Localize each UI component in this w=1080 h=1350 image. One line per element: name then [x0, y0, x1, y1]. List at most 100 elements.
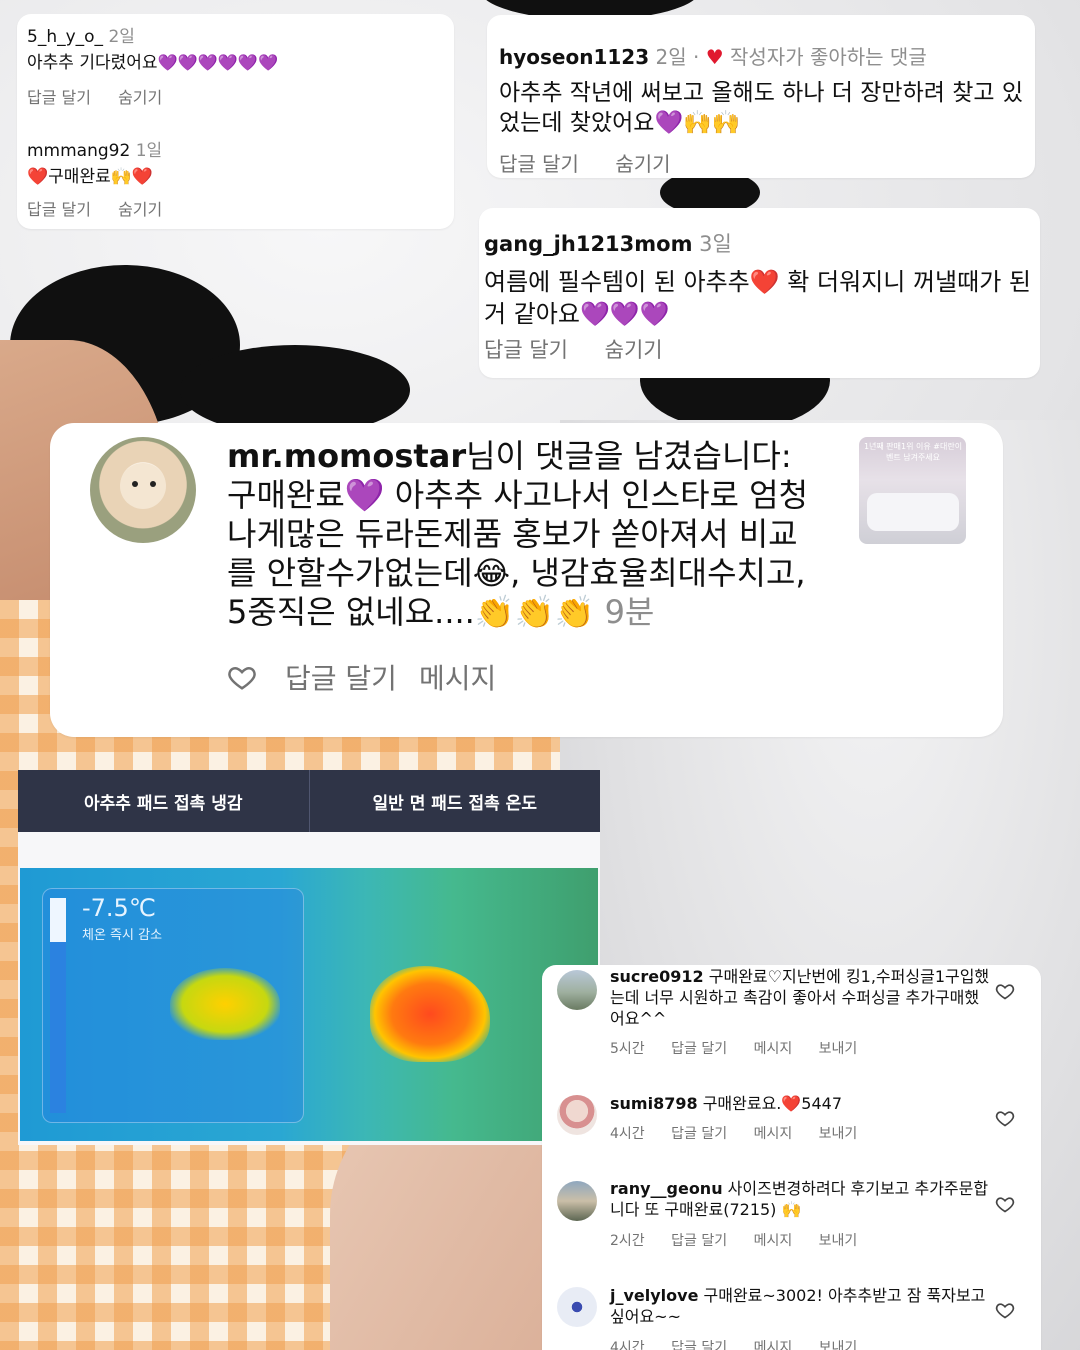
- comment-time: 4시간: [610, 1340, 645, 1350]
- comment-emojis: 💜🙌🙌: [654, 110, 741, 136]
- send-button[interactable]: 보내기: [819, 1041, 858, 1057]
- dog-face: [120, 463, 166, 509]
- send-button[interactable]: 보내기: [819, 1233, 858, 1249]
- purple-heart-emoji: 💜: [344, 476, 385, 514]
- username[interactable]: 5_h_y_o_: [27, 27, 103, 47]
- comment-2: mmmang92 1일 ❤️구매완료🙌❤️ 답글 달기 숨기기: [27, 138, 444, 220]
- reply-button[interactable]: 답글 달기: [671, 1340, 727, 1350]
- comment-body: ❤️구매완료🙌❤️: [27, 164, 444, 190]
- hide-button[interactable]: 숨기기: [605, 338, 663, 362]
- message-button[interactable]: 메시지: [419, 657, 496, 697]
- tears-of-joy-emoji: 😂: [472, 554, 511, 592]
- comment-text: 아추추 작년에 써보고 올해도 하나 더 장만하려 찾고 있었는데 찾았어요: [499, 80, 1024, 136]
- temperature-caption: 체온 즉시 감소: [82, 928, 163, 943]
- username[interactable]: rany__geonu: [610, 1179, 723, 1198]
- left-label: 아추추 패드 접촉 냉감: [83, 793, 243, 814]
- comment-time: 2일: [655, 45, 687, 69]
- notification-card[interactable]: mr.momostar님이 댓글을 남겼습니다: 구매완료💜 아추추 사고나서 …: [50, 423, 1003, 737]
- purple-heart-emojis: 💜💜💜💜💜💜: [157, 53, 279, 72]
- comment-body: 아추추 작년에 써보고 올해도 하나 더 장만하려 찾고 있었는데 찾았어요💜🙌…: [499, 78, 1023, 138]
- message-button[interactable]: 메시지: [754, 1233, 793, 1249]
- avatar[interactable]: [557, 1095, 597, 1135]
- comment-card-1: 5_h_y_o_ 2일 아추추 기다렸어요💜💜💜💜💜💜 답글 달기 숨기기 mm…: [17, 14, 454, 229]
- message-button[interactable]: 메시지: [754, 1126, 793, 1142]
- author-liked-label: 작성자가 좋아하는 댓글: [730, 45, 927, 69]
- comment-list: sucre0912 구매완료♡지난번에 킹1,수퍼싱글1구입했는데 너무 시원하…: [542, 965, 1041, 1350]
- reply-button[interactable]: 답글 달기: [484, 338, 568, 362]
- red-heart-emoji: ❤️: [27, 167, 49, 187]
- username[interactable]: mmmang92: [27, 141, 130, 161]
- comment-header: hyoseon1123 2일 · ♥ 작성자가 좋아하는 댓글: [499, 41, 1023, 70]
- avatar[interactable]: [557, 970, 597, 1010]
- heart-outline-icon[interactable]: [995, 1108, 1015, 1128]
- username[interactable]: sucre0912: [610, 967, 704, 986]
- thumbnail-caption: 1년째 판매1위 이유 #대란이벤트 남겨주세요: [863, 442, 963, 462]
- comment-body: 아추추 기다렸어요💜💜💜💜💜💜: [27, 50, 444, 76]
- comment-text: rany__geonu 사이즈변경하려다 후기보고 추가주문합니다 또 구매완료…: [610, 1178, 990, 1220]
- warm-hand-print: [370, 966, 490, 1062]
- temperature-readout: -7.5℃: [82, 894, 156, 922]
- clap-emojis: 👏👏👏: [474, 593, 595, 631]
- comment-actions: 답글 달기 숨기기: [484, 334, 1035, 364]
- temperature-scale-bar: [50, 898, 66, 1113]
- thermal-comparison-image: 아추추 패드 접촉 냉감 일반 면 패드 접촉 온도 -7.5℃ 체온 즉시 감…: [18, 770, 600, 1145]
- thermal-image: -7.5℃ 체온 즉시 감소: [20, 868, 598, 1141]
- avatar[interactable]: [557, 1181, 597, 1221]
- reply-button[interactable]: 답글 달기: [671, 1233, 727, 1249]
- dog-eye-left: [132, 481, 138, 487]
- username[interactable]: j_velylove: [610, 1286, 698, 1305]
- separator: ·: [692, 45, 700, 69]
- comment-time: 4시간: [610, 1126, 645, 1142]
- avatar[interactable]: [90, 437, 196, 543]
- comment-time: 5시간: [610, 1041, 645, 1057]
- purple-heart-emojis: 💜💜💜: [579, 300, 670, 328]
- comment-card-3: gang_jh1213mom 3일 여름에 필수템이 된 아추추❤️ 확 더워지…: [479, 208, 1040, 378]
- send-button[interactable]: 보내기: [819, 1340, 858, 1350]
- send-button[interactable]: 보내기: [819, 1126, 858, 1142]
- comment-actions: 4시간 답글 달기 메시지 보내기: [610, 1337, 879, 1350]
- red-heart-emoji: ❤️: [749, 268, 780, 296]
- heart-outline-icon[interactable]: [995, 1300, 1015, 1320]
- post-thumbnail[interactable]: 1년째 판매1위 이유 #대란이벤트 남겨주세요: [859, 437, 966, 544]
- comment-time: 2시간: [610, 1233, 645, 1249]
- right-label: 일반 면 패드 접촉 온도: [308, 770, 601, 832]
- username[interactable]: gang_jh1213mom: [484, 232, 692, 256]
- comment-actions: 답글 달기 숨기기: [27, 196, 444, 220]
- reply-button[interactable]: 답글 달기: [499, 152, 579, 176]
- comment-emojis: 🙌❤️: [110, 167, 154, 187]
- message-button[interactable]: 메시지: [754, 1340, 793, 1350]
- reply-button[interactable]: 답글 달기: [27, 200, 91, 219]
- panda-eye-patch: [180, 345, 410, 435]
- username[interactable]: hyoseon1123: [499, 45, 649, 69]
- reply-button[interactable]: 답글 달기: [671, 1041, 727, 1057]
- thumbnail-bed: [867, 493, 959, 531]
- comment-text: j_velylove 구매완료~3002! 아추추받고 잠 푹자보고싶어요~~: [610, 1285, 990, 1327]
- message-button[interactable]: 메시지: [754, 1041, 793, 1057]
- username[interactable]: mr.momostar: [227, 437, 466, 475]
- comment-body: 구매완료요.❤️5447: [697, 1094, 843, 1113]
- hide-button[interactable]: 숨기기: [118, 88, 162, 107]
- comment-actions: 4시간 답글 달기 메시지 보내기: [610, 1123, 879, 1143]
- comment-text: 구매완료: [48, 167, 111, 187]
- comment-body: 여름에 필수템이 된 아추추❤️ 확 더워지니 꺼낼때가 된거 같아요💜💜💜: [484, 266, 1035, 330]
- comment-card-2: hyoseon1123 2일 · ♥ 작성자가 좋아하는 댓글 아추추 작년에 …: [487, 15, 1035, 178]
- cool-hand-print: [170, 968, 280, 1040]
- reply-button[interactable]: 답글 달기: [285, 657, 397, 697]
- thermal-header: 아추추 패드 접촉 냉감 일반 면 패드 접촉 온도: [18, 770, 600, 832]
- comment-actions: 5시간 답글 달기 메시지 보내기: [610, 1038, 879, 1058]
- username[interactable]: sumi8798: [610, 1094, 698, 1113]
- heart-outline-icon[interactable]: [995, 981, 1015, 1001]
- reply-button[interactable]: 답글 달기: [671, 1126, 727, 1142]
- comment-actions: 답글 달기 숨기기: [27, 84, 444, 108]
- comment-actions: 2시간 답글 달기 메시지 보내기: [610, 1230, 879, 1250]
- comment-text: 아추추 기다렸어요: [27, 53, 158, 73]
- avatar[interactable]: [557, 1287, 597, 1327]
- comment-time: 2일: [108, 27, 135, 47]
- reply-button[interactable]: 답글 달기: [27, 88, 91, 107]
- hide-button[interactable]: 숨기기: [118, 200, 162, 219]
- comment-time: 1일: [135, 141, 163, 161]
- hide-button[interactable]: 숨기기: [615, 152, 670, 176]
- heart-outline-icon[interactable]: [227, 662, 257, 692]
- comment-actions: 답글 달기 숨기기: [499, 148, 1023, 177]
- heart-outline-icon[interactable]: [995, 1194, 1015, 1214]
